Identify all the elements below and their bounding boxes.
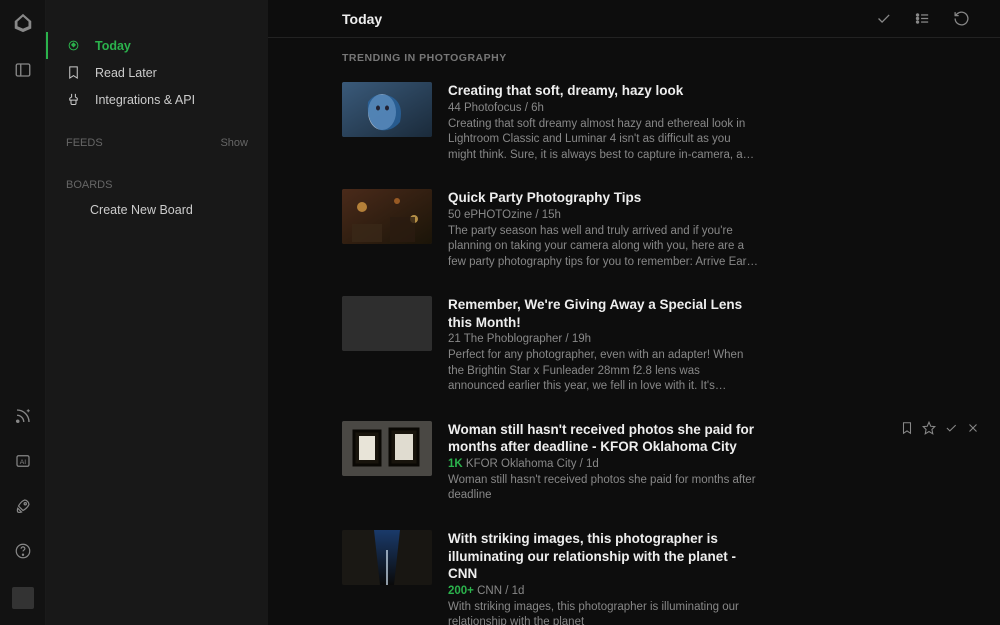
add-feed-icon[interactable] <box>14 407 32 430</box>
article-snippet: Perfect for any photographer, even with … <box>448 348 758 395</box>
article-snippet: The party season has well and truly arri… <box>448 224 758 271</box>
mark-read-icon[interactable] <box>875 10 892 27</box>
article-row[interactable]: Quick Party Photography Tips 50 ePHOTOzin… <box>342 181 980 288</box>
user-avatar[interactable] <box>12 587 34 609</box>
article-thumb[interactable] <box>342 421 432 476</box>
create-board[interactable]: Create New Board <box>46 197 268 223</box>
article-row[interactable]: Woman still hasn't received photos she p… <box>342 413 980 522</box>
layout-icon[interactable] <box>914 10 931 27</box>
boards-heading: BOARDS <box>66 179 112 191</box>
article-snippet: Woman still hasn't received photos she p… <box>448 473 758 504</box>
article-thumb[interactable] <box>342 530 432 585</box>
article-list[interactable]: TRENDING IN PHOTOGRAPHY Creating that so… <box>268 38 1000 625</box>
help-icon[interactable] <box>14 542 32 565</box>
article-title[interactable]: Remember, We're Giving Away a Special Le… <box>448 296 758 331</box>
svg-text:AI: AI <box>19 459 26 466</box>
nav-read-later[interactable]: Read Later <box>46 59 268 86</box>
article-title[interactable]: Woman still hasn't received photos she p… <box>448 421 758 456</box>
article-title[interactable]: Quick Party Photography Tips <box>448 189 758 207</box>
nav-integrations[interactable]: Integrations & API <box>46 86 268 113</box>
feeds-heading: FEEDS <box>66 137 103 149</box>
page-title: Today <box>342 11 382 27</box>
article-row[interactable]: With striking images, this photographer … <box>342 522 980 625</box>
article-snippet: With striking images, this photographer … <box>448 600 758 625</box>
bookmark-icon[interactable] <box>900 421 914 435</box>
article-thumb[interactable] <box>342 189 432 244</box>
rail: AI <box>0 0 46 625</box>
article-meta: 50 ePHOTOzine / 15h <box>448 209 758 221</box>
article-snippet: Creating that soft dreamy almost hazy an… <box>448 117 758 164</box>
article-title[interactable]: Creating that soft, dreamy, hazy look <box>448 82 758 100</box>
nav-today[interactable]: Today <box>46 32 268 59</box>
sidebar: Today Read Later Integrations & API FEED… <box>46 0 268 625</box>
article-meta: 1K KFOR Oklahoma City / 1d <box>448 458 758 470</box>
article-thumb[interactable] <box>342 82 432 137</box>
article-meta: 44 Photofocus / 6h <box>448 102 758 114</box>
nav-label: Integrations & API <box>95 93 195 107</box>
article-meta: 200+ CNN / 1d <box>448 585 758 597</box>
panel-icon[interactable] <box>14 61 32 84</box>
refresh-icon[interactable] <box>953 10 970 27</box>
star-icon[interactable] <box>922 421 936 435</box>
article-title[interactable]: With striking images, this photographer … <box>448 530 758 583</box>
article-actions <box>900 421 980 435</box>
article-row[interactable]: Creating that soft, dreamy, hazy look 44 … <box>342 74 980 181</box>
app-logo[interactable] <box>12 12 34 39</box>
article-meta: 21 The Phoblographer / 19h <box>448 333 758 345</box>
rocket-icon[interactable] <box>14 497 32 520</box>
close-icon[interactable] <box>966 421 980 435</box>
article-thumb[interactable] <box>342 296 432 351</box>
nav-label: Today <box>95 39 131 53</box>
ai-icon[interactable]: AI <box>14 452 32 475</box>
nav-label: Read Later <box>95 66 157 80</box>
feeds-show-link[interactable]: Show <box>220 137 248 149</box>
article-row[interactable]: Remember, We're Giving Away a Special Le… <box>342 288 980 413</box>
check-icon[interactable] <box>944 421 958 435</box>
section-heading: TRENDING IN PHOTOGRAPHY <box>342 38 980 74</box>
main: Today TRENDING IN PHOTOGRAPHY Creating t… <box>268 0 1000 625</box>
